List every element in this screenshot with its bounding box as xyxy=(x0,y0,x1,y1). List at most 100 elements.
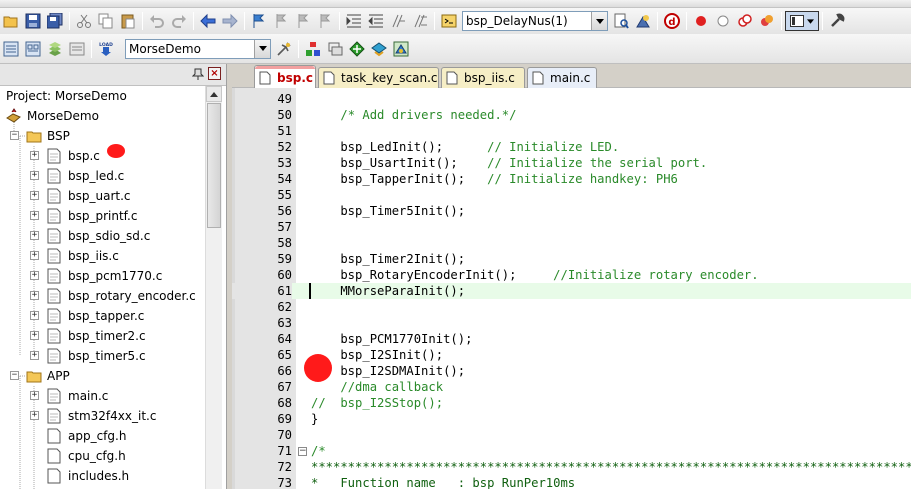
expand-icon[interactable]: + xyxy=(30,291,39,300)
collapse-icon[interactable]: − xyxy=(10,131,19,140)
undo-icon[interactable] xyxy=(148,12,166,30)
open-folder-icon[interactable] xyxy=(2,12,20,30)
window-layout-dropdown[interactable] xyxy=(785,11,819,31)
expand-icon[interactable]: + xyxy=(30,151,39,160)
expand-icon[interactable]: + xyxy=(30,171,39,180)
tree-file-bsp-uart-c[interactable]: + bsp_uart.c xyxy=(0,186,205,206)
expand-icon[interactable]: + xyxy=(30,331,39,340)
tree-file-bsp-sdio-sd-c[interactable]: + bsp_sdio_sd.c xyxy=(0,226,205,246)
fold-collapse-icon[interactable]: − xyxy=(298,447,307,456)
copy-icon[interactable] xyxy=(97,12,115,30)
tree-file-bsp-pcm1770-c[interactable]: + bsp_pcm1770.c xyxy=(0,266,205,286)
batch-build-icon[interactable] xyxy=(68,40,86,58)
manage-components-icon[interactable] xyxy=(304,40,322,58)
expand-icon[interactable]: + xyxy=(30,391,39,400)
close-icon[interactable]: × xyxy=(208,67,221,80)
tree-item-morsedemo[interactable]: MorseDemo xyxy=(0,106,205,126)
expand-icon[interactable]: + xyxy=(30,251,39,260)
project-scrollbar[interactable] xyxy=(205,86,222,489)
collapse-icon[interactable]: − xyxy=(10,371,19,380)
save-icon[interactable] xyxy=(24,12,42,30)
pack-installer-icon[interactable] xyxy=(370,40,388,58)
function-combo[interactable]: bsp_DelayNus(1) xyxy=(462,11,608,31)
select-packs-icon[interactable] xyxy=(348,40,366,58)
cut-icon[interactable] xyxy=(75,12,93,30)
translate-icon[interactable] xyxy=(2,40,20,58)
pin-icon[interactable] xyxy=(192,68,204,80)
tree-file-bsp-iis-c[interactable]: + bsp_iis.c xyxy=(0,246,205,266)
c-file-icon xyxy=(47,228,61,244)
bookmark-clear-icon[interactable] xyxy=(316,12,334,30)
expand-icon[interactable]: + xyxy=(30,191,39,200)
chevron-down-icon[interactable] xyxy=(254,39,270,58)
tab-bsp-iis-c[interactable]: bsp_iis.c xyxy=(441,67,525,88)
nav-forward-icon[interactable] xyxy=(221,12,239,30)
comment-icon[interactable] xyxy=(389,12,407,30)
debug-start-icon[interactable]: d xyxy=(663,12,681,30)
breakpoint-enable-icon[interactable] xyxy=(714,12,732,30)
code-line: 59 bsp_Timer2Init(); xyxy=(277,252,466,266)
tab-bsp-c[interactable]: bsp.c xyxy=(254,65,316,89)
h-file-icon xyxy=(47,428,61,444)
rebuild-icon[interactable] xyxy=(46,40,64,58)
expand-icon[interactable]: + xyxy=(30,211,39,220)
tab-main-c[interactable]: main.c xyxy=(527,67,597,88)
toolbar-separator xyxy=(686,12,687,30)
breakpoint-disable-all-icon[interactable] xyxy=(736,12,754,30)
bookmark-next-icon[interactable] xyxy=(294,12,312,30)
tree-group-bsp[interactable]: − BSP xyxy=(0,126,205,146)
uncomment-icon[interactable] xyxy=(411,12,429,30)
code-line: 60 bsp_RotaryEncoderInit(); //Initialize… xyxy=(277,268,759,282)
bookmark-icon[interactable] xyxy=(250,12,268,30)
expand-icon[interactable]: + xyxy=(30,351,39,360)
build-icon[interactable] xyxy=(24,40,42,58)
code-editor[interactable]: 49 50 /* Add drivers needed.*/ 51 52 bsp… xyxy=(232,88,911,489)
project-panel: × Project: MorseDemo MorseDemo − BSP + b… xyxy=(0,64,227,489)
manage-run-time-icon[interactable] xyxy=(392,40,410,58)
breakpoint-insert-icon[interactable] xyxy=(692,12,710,30)
toolbar-separator xyxy=(781,12,782,30)
tree-file-bsp-timer5-c[interactable]: + bsp_timer5.c xyxy=(0,346,205,366)
tree-file-cpu-cfg-h[interactable]: cpu_cfg.h xyxy=(0,446,205,466)
code-line: 66 bsp_I2SDMAInit(); xyxy=(277,364,466,378)
tree-group-app[interactable]: − APP xyxy=(0,366,205,386)
bookmark-prev-icon[interactable] xyxy=(272,12,290,30)
find-in-files-icon[interactable] xyxy=(440,12,458,30)
incremental-find-icon[interactable] xyxy=(634,12,652,30)
scroll-thumb[interactable] xyxy=(207,103,221,228)
tree-file-main-c[interactable]: + main.c xyxy=(0,386,205,406)
target-options-icon[interactable] xyxy=(275,40,293,58)
tree-file-bsp-led-c[interactable]: + bsp_led.c xyxy=(0,166,205,186)
tree-file-bsp-tapper-c[interactable]: + bsp_tapper.c xyxy=(0,306,205,326)
tree-file-bsp-rotary-encoder-c[interactable]: + bsp_rotary_encoder.c xyxy=(0,286,205,306)
red-annotation-mark xyxy=(304,354,332,382)
code-line: 49 xyxy=(277,92,292,106)
configuration-wrench-icon[interactable] xyxy=(828,12,846,30)
tree-file-bsp-timer2-c[interactable]: + bsp_timer2.c xyxy=(0,326,205,346)
scroll-up-arrow-icon[interactable] xyxy=(206,86,222,102)
chevron-down-icon[interactable] xyxy=(591,12,607,30)
code-line: 50 /* Add drivers needed.*/ xyxy=(277,108,517,122)
redo-icon[interactable] xyxy=(170,12,188,30)
expand-icon[interactable]: + xyxy=(30,231,39,240)
tree-file-app-cfg-h[interactable]: app_cfg.h xyxy=(0,426,205,446)
tree-file-bsp-printf-c[interactable]: + bsp_printf.c xyxy=(0,206,205,226)
expand-icon[interactable]: + xyxy=(30,271,39,280)
c-file-icon xyxy=(532,71,544,85)
project-items-icon[interactable] xyxy=(326,40,344,58)
unindent-icon[interactable] xyxy=(367,12,385,30)
expand-icon[interactable]: + xyxy=(30,311,39,320)
expand-icon[interactable]: + xyxy=(30,411,39,420)
breakpoint-kill-all-icon[interactable] xyxy=(758,12,776,30)
nav-back-icon[interactable] xyxy=(199,12,217,30)
tree-file-bsp-c[interactable]: + bsp.c xyxy=(0,146,205,166)
find-icon[interactable] xyxy=(612,12,630,30)
tree-file-stm32f4xx-it-c[interactable]: + stm32f4xx_it.c xyxy=(0,406,205,426)
target-combo[interactable]: MorseDemo xyxy=(125,38,271,59)
save-all-icon[interactable] xyxy=(46,12,64,30)
indent-icon[interactable] xyxy=(345,12,363,30)
tree-file-includes-h[interactable]: includes.h xyxy=(0,466,205,486)
paste-icon[interactable] xyxy=(119,12,137,30)
download-load-icon[interactable]: LOAD xyxy=(97,40,115,58)
tab-task-key-scan-c[interactable]: task_key_scan.c xyxy=(318,67,439,88)
